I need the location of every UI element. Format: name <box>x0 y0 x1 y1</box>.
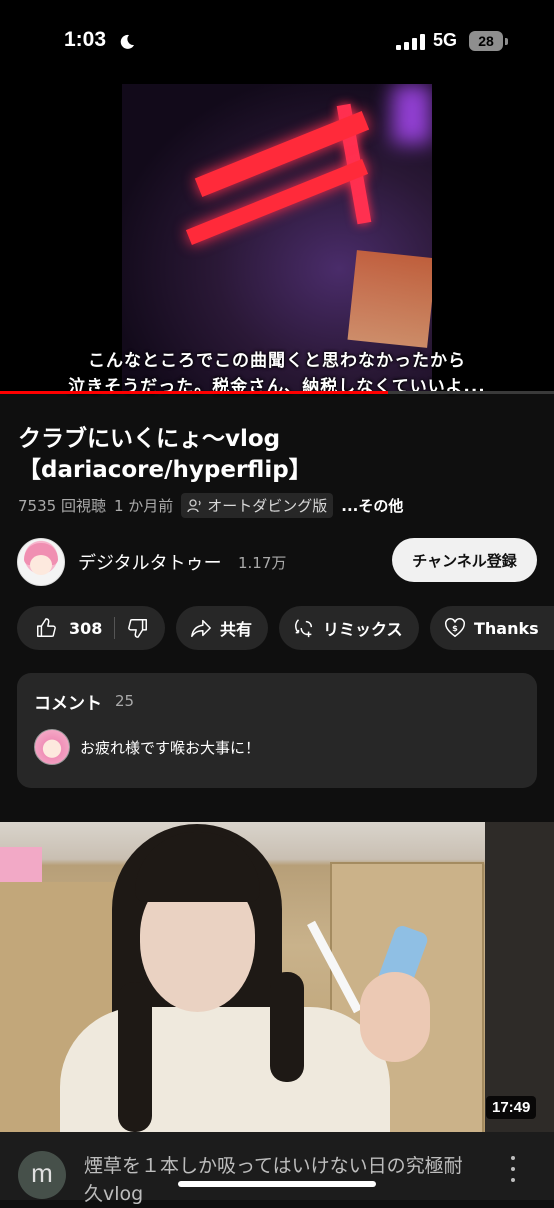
home-indicator <box>178 1181 376 1187</box>
person-voice-icon <box>187 498 201 512</box>
thumbs-up-icon[interactable] <box>35 617 57 639</box>
thanks-label: Thanks <box>474 618 539 638</box>
status-time: 1:03 <box>64 28 107 51</box>
top-comment: お疲れ様です喉お大事に！ <box>80 739 261 757</box>
video-duration: 17:49 <box>486 1096 537 1119</box>
comments-title: コメント <box>34 694 102 714</box>
remix-label: リミックス <box>323 620 403 639</box>
share-icon <box>191 619 211 637</box>
thanks-button[interactable]: $ Thanks <box>430 606 554 650</box>
subscribe-button[interactable]: チャンネル登録 <box>392 538 537 582</box>
share-button[interactable]: 共有 <box>176 606 268 650</box>
like-divider <box>114 617 116 639</box>
svg-text:$: $ <box>452 623 458 633</box>
thumbs-down-icon[interactable] <box>127 617 149 639</box>
battery-tip <box>505 38 508 45</box>
progress-fill <box>0 391 388 394</box>
video-title[interactable]: クラブにいくにょ〜vlog【dariacore/hyperflip】 <box>18 424 538 486</box>
next-channel-avatar[interactable]: m <box>18 1151 66 1199</box>
video-meta[interactable]: 7535 回視聴 1 か月前 オートダビング版 ...その他 <box>18 493 403 518</box>
more-link[interactable]: ...その他 <box>341 495 403 516</box>
like-count[interactable]: 308 <box>69 619 102 638</box>
moon-icon <box>120 34 134 49</box>
auto-dub-label: オートダビング版 <box>207 497 328 515</box>
view-count: 7535 回視聴 <box>18 497 106 515</box>
auto-dub-badge: オートダビング版 <box>181 493 334 518</box>
subscriber-count: 1.17万 <box>238 554 287 572</box>
share-label: 共有 <box>220 620 253 639</box>
commenter-avatar <box>34 729 70 765</box>
comments-panel[interactable]: コメント 25 お疲れ様です喉お大事に！ <box>17 673 537 788</box>
upload-age: 1 か月前 <box>113 497 174 515</box>
channel-name[interactable]: デジタルタトゥー <box>78 549 222 575</box>
signal-icon <box>396 34 426 50</box>
network-type: 5G <box>433 30 458 50</box>
channel-avatar[interactable] <box>17 538 65 586</box>
thanks-heart-icon: $ <box>445 618 465 638</box>
status-bar: 1:03 5G 28 <box>0 0 554 84</box>
more-vert-icon[interactable] <box>508 1156 518 1182</box>
comments-count: 25 <box>115 692 135 710</box>
next-video-thumbnail[interactable] <box>0 822 554 1132</box>
subtitle-line-1: こんなところでこの曲聞くと思わなかったから <box>88 351 466 371</box>
remix-button[interactable]: リミックス <box>279 606 419 650</box>
remix-icon <box>295 619 313 638</box>
battery-icon: 28 <box>469 31 503 51</box>
like-dislike-group: 308 <box>17 606 165 650</box>
